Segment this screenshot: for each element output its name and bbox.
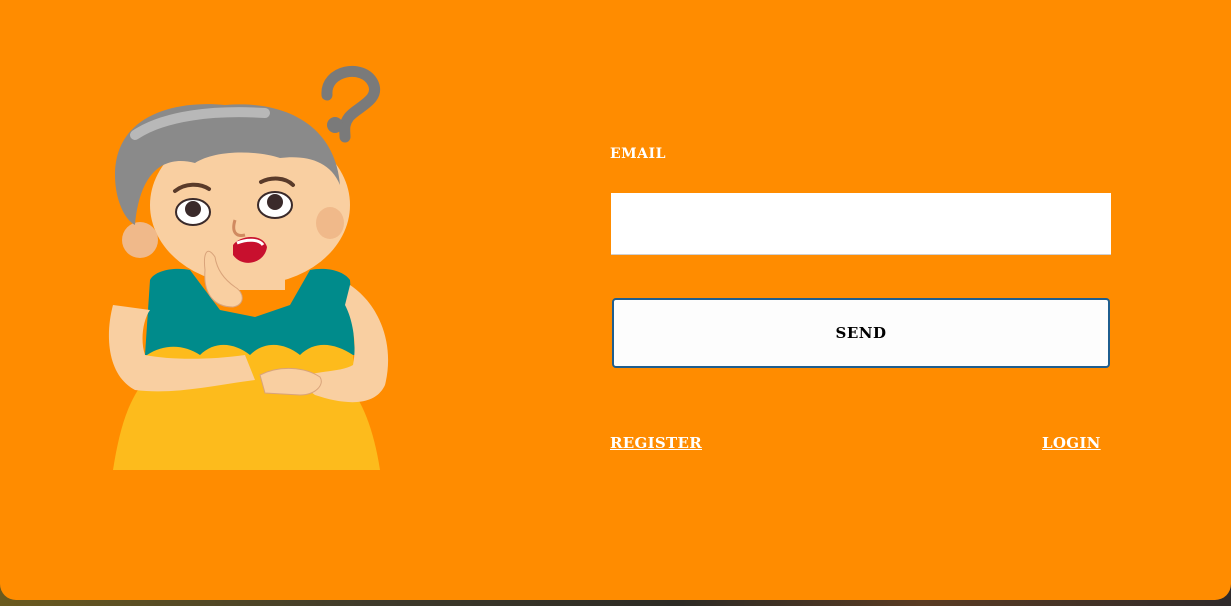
email-label: EMAIL (610, 146, 666, 162)
register-link[interactable]: REGISTER (610, 434, 702, 452)
question-mark-icon (321, 65, 381, 143)
recovery-panel: EMAIL SEND REGISTER LOGIN (0, 0, 1231, 600)
send-button[interactable]: SEND (612, 298, 1110, 368)
confused-grandmother-illustration (108, 65, 389, 470)
login-link[interactable]: LOGIN (1042, 434, 1101, 452)
email-input[interactable] (611, 193, 1111, 255)
